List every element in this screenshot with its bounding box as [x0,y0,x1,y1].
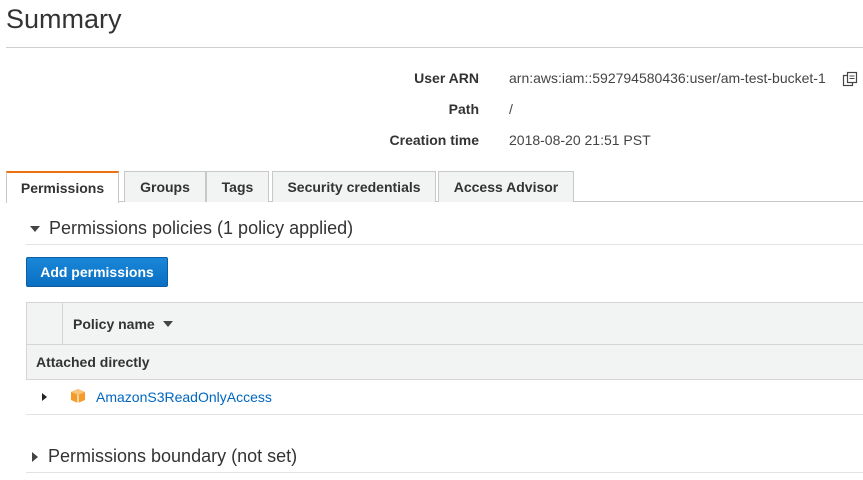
section-divider [26,472,863,473]
tab-permissions[interactable]: Permissions [6,171,119,203]
tab-bar: Permissions Groups Tags Security credent… [6,171,863,203]
caret-right-icon [32,451,38,462]
summary-row-user-arn: User ARN arn:aws:iam::592794580436:user/… [0,70,863,90]
policy-table: Policy name Attached directly AmazonS3Re… [26,302,863,415]
expand-column-header [27,303,63,344]
permissions-policies-toggle[interactable]: Permissions policies (1 policy applied) [26,218,863,239]
tab-access-advisor[interactable]: Access Advisor [438,171,574,202]
tab-groups[interactable]: Groups [124,171,206,202]
summary-row-path: Path / [0,101,863,121]
table-group-row: Attached directly [26,345,863,380]
permissions-boundary-heading: Permissions boundary (not set) [48,446,298,466]
user-arn-value: arn:aws:iam::592794580436:user/am-test-b… [509,70,826,86]
creation-time-value: 2018-08-20 21:51 PST [509,132,651,148]
tab-security-credentials[interactable]: Security credentials [272,171,436,202]
table-header-row: Policy name [26,302,863,345]
section-divider [26,244,863,245]
user-arn-label: User ARN [414,70,479,86]
path-value: / [509,101,513,117]
tab-tags[interactable]: Tags [206,171,269,202]
policy-link[interactable]: AmazonS3ReadOnlyAccess [96,389,272,405]
policy-name-column-header[interactable]: Policy name [73,316,173,332]
title-divider [6,47,863,48]
expand-row-caret-icon[interactable] [42,393,47,401]
page-title: Summary [6,4,122,34]
summary-row-creation-time: Creation time 2018-08-20 21:51 PST [0,132,863,152]
path-label: Path [448,101,479,117]
permissions-policies-heading: Permissions policies (1 policy applied) [49,218,354,238]
sort-caret-icon [162,321,173,327]
add-permissions-button[interactable]: Add permissions [26,257,168,287]
policy-name-header-label: Policy name [73,316,155,332]
creation-time-label: Creation time [389,132,479,148]
table-row: AmazonS3ReadOnlyAccess [26,380,863,415]
caret-down-icon [30,225,40,232]
permissions-boundary-toggle[interactable]: Permissions boundary (not set) [26,446,863,467]
copy-icon[interactable] [842,71,858,87]
aws-managed-policy-icon [70,388,86,404]
